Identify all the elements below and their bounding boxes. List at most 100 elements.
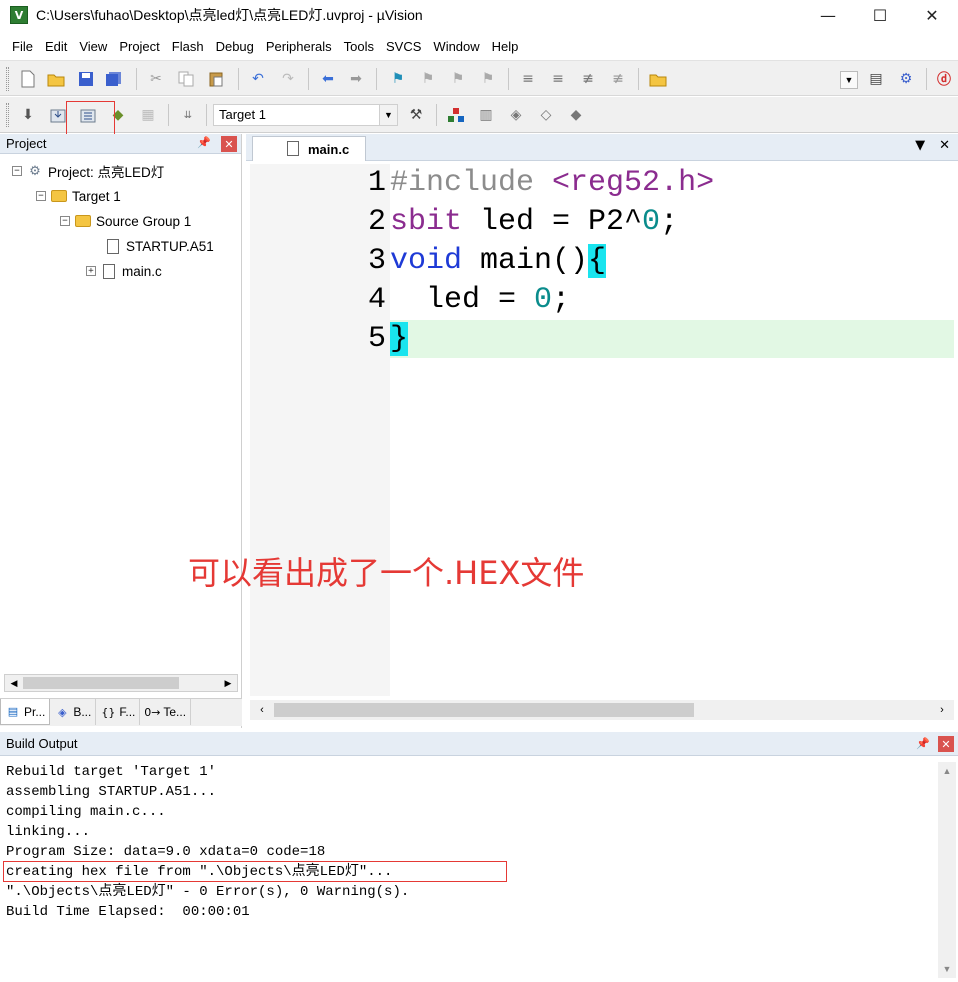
menu-svcs[interactable]: SVCS [380, 39, 427, 54]
scroll-left-icon[interactable]: ‹ [254, 703, 270, 717]
menu-edit[interactable]: Edit [39, 39, 73, 54]
target-select[interactable]: Target 1 ▼ [213, 104, 398, 126]
pin-icon[interactable]: 📌 [916, 737, 930, 750]
open-folder-icon[interactable] [46, 69, 66, 89]
debug-session-icon[interactable]: ⓓ [934, 69, 954, 89]
close-tab-icon[interactable]: ✕ [939, 138, 950, 153]
navigate-forward-icon[interactable]: ➡ [346, 69, 366, 89]
scroll-up-icon[interactable]: ▲ [940, 764, 954, 778]
tree-file-main[interactable]: + main.c [86, 260, 162, 282]
undo-icon[interactable]: ↶ [248, 69, 268, 89]
code-token: main() [462, 244, 589, 278]
code-token: led = P2^ [462, 205, 643, 239]
project-panel-tabs: ▤ Pr... ◈ B... {} F... 0→ Te... [0, 698, 242, 726]
menu-peripherals[interactable]: Peripherals [260, 39, 338, 54]
matching-brace-token: } [390, 322, 409, 356]
next-bookmark-icon[interactable]: ⚑ [448, 69, 468, 89]
cut-icon[interactable]: ✂ [146, 69, 166, 89]
bookmark-icon[interactable]: ⚑ [388, 69, 408, 89]
menu-help[interactable]: Help [486, 39, 525, 54]
matching-brace-token: { [588, 244, 607, 278]
rte-icon[interactable]: ◈ [506, 105, 526, 125]
tab-project[interactable]: ▤ Pr... [0, 699, 51, 725]
file-icon [104, 238, 122, 254]
translate-icon[interactable]: ⬇ [18, 105, 38, 125]
tab-templates[interactable]: 0→ Te... [140, 699, 192, 725]
build-output-line: ".\Objects\点亮LED灯" - 0 Error(s), 0 Warni… [6, 884, 410, 900]
menu-flash[interactable]: Flash [166, 39, 210, 54]
line-number: 1 [367, 166, 386, 200]
redo-icon[interactable]: ↷ [278, 69, 298, 89]
build-output-text[interactable]: Rebuild target 'Target 1' assembling STA… [6, 762, 926, 922]
prev-bookmark-icon[interactable]: ⚑ [418, 69, 438, 89]
collapse-icon[interactable]: − [36, 191, 46, 201]
toolbar-grip[interactable] [6, 103, 9, 127]
select-packs-icon[interactable]: ▥ [476, 105, 496, 125]
tree-target-node[interactable]: − Target 1 [36, 185, 121, 207]
close-icon[interactable]: ✕ [221, 136, 237, 152]
configure-icon[interactable]: ▤ [866, 69, 886, 89]
save-all-icon[interactable] [104, 69, 124, 89]
scroll-down-icon[interactable]: ▼ [940, 962, 954, 976]
tab-books[interactable]: ◈ B... [50, 699, 97, 725]
file-icon [100, 263, 118, 279]
editor-horizontal-scrollbar[interactable]: ‹ › [250, 700, 954, 720]
collapse-icon[interactable]: − [60, 216, 70, 226]
collapse-icon[interactable]: − [12, 166, 22, 176]
pack-installer-icon[interactable]: ◇ [536, 105, 556, 125]
tab-main-c-label: main.c [308, 141, 350, 157]
tree-project-node[interactable]: − ⚙ Project: 点亮LED灯 [12, 160, 164, 182]
chevron-down-icon[interactable]: ▼ [379, 105, 397, 125]
tree-group-node[interactable]: − Source Group 1 [60, 210, 191, 232]
new-file-icon[interactable] [18, 69, 38, 89]
comment-icon[interactable]: ≢ [578, 69, 598, 89]
minimize-button[interactable]: — [802, 0, 854, 30]
project-horizontal-scrollbar[interactable]: ◀ ▶ [4, 674, 238, 692]
expand-icon[interactable]: + [86, 266, 96, 276]
build-output-vertical-scrollbar[interactable]: ▲ ▼ [938, 762, 956, 978]
menu-file[interactable]: File [6, 39, 39, 54]
software-packs-icon[interactable]: ◆ [566, 105, 586, 125]
build-icon[interactable] [48, 105, 68, 125]
scroll-right-icon[interactable]: › [934, 703, 950, 717]
close-icon[interactable]: ✕ [938, 736, 954, 752]
close-button[interactable]: ✕ [906, 0, 958, 30]
menu-window[interactable]: Window [427, 39, 485, 54]
tools-icon[interactable]: ⚙ [896, 69, 916, 89]
unindent-icon[interactable]: ≡ [548, 69, 568, 89]
tab-list-dropdown-icon[interactable]: ▼ [915, 138, 925, 153]
menu-tools[interactable]: Tools [338, 39, 380, 54]
menu-view[interactable]: View [73, 39, 113, 54]
paste-icon[interactable] [206, 69, 226, 89]
save-icon[interactable] [76, 69, 96, 89]
editor-tab-controls: ▼ ✕ [915, 138, 950, 153]
scrollbar-thumb[interactable] [23, 677, 179, 689]
clear-bookmarks-icon[interactable]: ⚑ [478, 69, 498, 89]
file-toolbar: ✂ ↶ ↷ ⬅ ➡ ⚑ ⚑ ⚑ ⚑ ≡ ≡ ≢ ≢ ▼ ▤ ⚙ ⓓ [0, 60, 958, 96]
scroll-left-icon[interactable]: ◀ [6, 676, 22, 690]
tab-functions[interactable]: {} F... [96, 699, 141, 725]
code-text-area[interactable]: #include <reg52.h> sbit led = P2^0; void… [390, 164, 954, 696]
maximize-button[interactable]: ☐ [854, 0, 906, 30]
menu-project[interactable]: Project [113, 39, 165, 54]
tree-file-startup[interactable]: STARTUP.A51 [104, 235, 214, 257]
scrollbar-thumb[interactable] [274, 703, 694, 717]
download-load-icon[interactable]: ⇊ [178, 105, 198, 125]
line-number: 3 [367, 244, 386, 278]
pin-icon[interactable]: 📌 [197, 136, 211, 149]
uncomment-icon[interactable]: ≢ [608, 69, 628, 89]
rebuild-icon[interactable] [78, 105, 98, 125]
target-options-icon[interactable]: ⚒ [406, 105, 426, 125]
copy-icon[interactable] [176, 69, 196, 89]
navigate-back-icon[interactable]: ⬅ [318, 69, 338, 89]
manage-project-items-icon[interactable] [446, 105, 466, 125]
tab-main-c[interactable]: main.c [252, 136, 366, 161]
stop-build-icon[interactable]: ▦ [138, 105, 158, 125]
indent-icon[interactable]: ≡ [518, 69, 538, 89]
find-in-files-icon[interactable] [648, 69, 668, 89]
find-dropdown-icon[interactable]: ▼ [840, 71, 858, 89]
scroll-right-icon[interactable]: ▶ [220, 676, 236, 690]
toolbar-grip[interactable] [6, 67, 9, 91]
menu-debug[interactable]: Debug [210, 39, 260, 54]
batch-build-icon[interactable]: ◆ [108, 105, 128, 125]
